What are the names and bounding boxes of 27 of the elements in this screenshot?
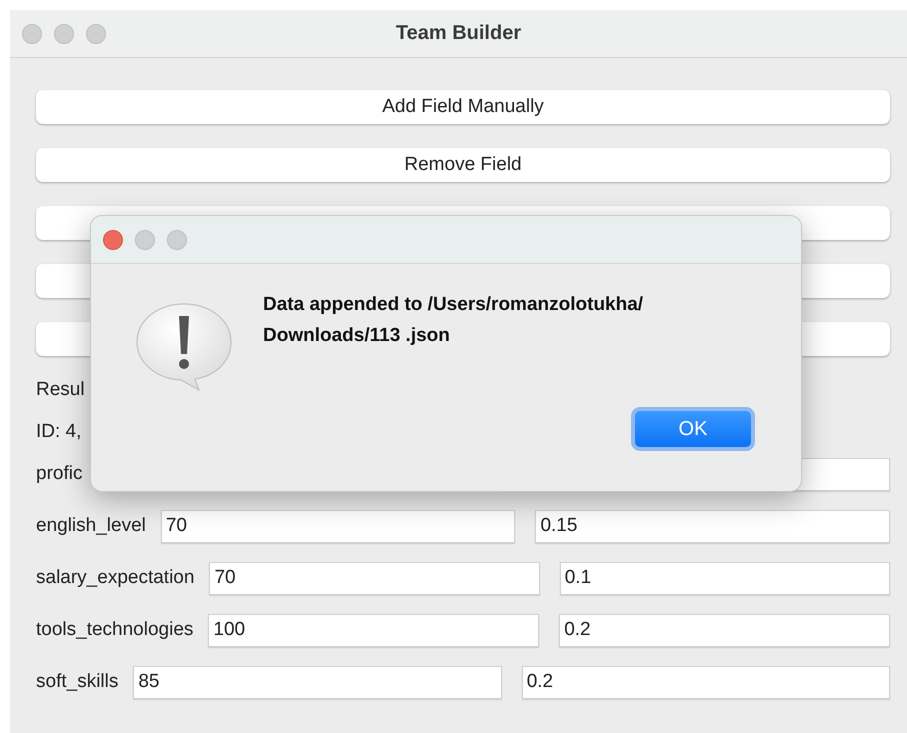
alert-message: Data appended to /Users/romanzolotukha/ Downloads/113 .json xyxy=(263,293,644,348)
warning-icon xyxy=(135,302,233,392)
minimize-button[interactable] xyxy=(54,24,74,44)
value-field[interactable]: 70 xyxy=(209,562,540,594)
field-label: tools_technologies xyxy=(36,619,194,641)
id-label: ID: 4, xyxy=(36,421,82,443)
weight-field[interactable]: 0.2 xyxy=(522,666,890,698)
weight-field[interactable]: 0.15 xyxy=(535,510,890,542)
zoom-button[interactable] xyxy=(167,230,187,250)
value-field[interactable]: 100 xyxy=(208,614,540,646)
value-field[interactable]: 70 xyxy=(160,510,516,542)
close-button[interactable] xyxy=(103,230,123,250)
field-label: profic xyxy=(36,463,82,485)
minimize-button[interactable] xyxy=(135,230,155,250)
ok-button[interactable]: OK xyxy=(631,407,755,451)
field-label: soft_skills xyxy=(36,671,118,693)
close-button[interactable] xyxy=(22,24,42,44)
weight-field[interactable]: 0.2 xyxy=(559,614,890,646)
window-title: Team Builder xyxy=(396,22,522,44)
action-button[interactable]: Remove Field xyxy=(36,148,890,182)
value-field[interactable]: 85 xyxy=(133,666,502,698)
action-button[interactable]: Add Field Manually xyxy=(36,90,890,124)
weight-field[interactable]: 0.1 xyxy=(560,562,890,594)
field-label: salary_expectation xyxy=(36,567,194,589)
field-label: english_level xyxy=(36,515,146,537)
zoom-button[interactable] xyxy=(86,24,106,44)
result-label: Resul xyxy=(36,379,85,401)
